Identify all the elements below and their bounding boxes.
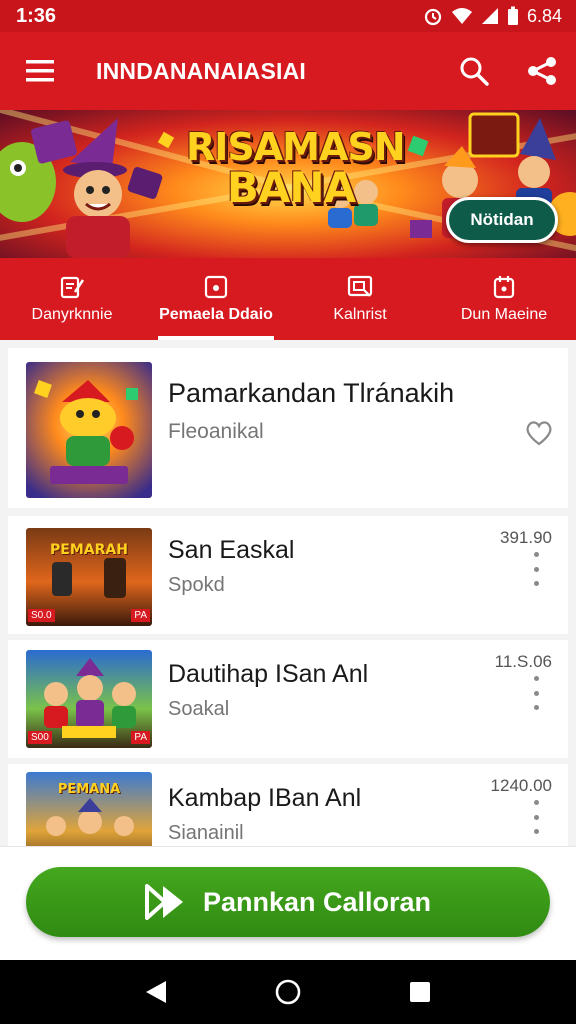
bottom-action-area: Pannkan Calloran <box>0 846 576 960</box>
tab-label: Kalnrist <box>333 306 387 323</box>
item-subtitle: Spokd <box>168 574 225 596</box>
recents-square-icon <box>410 982 430 1002</box>
tab-label: Danyrknnie <box>31 306 113 323</box>
favorite-button[interactable] <box>522 416 556 450</box>
category-tabs: Danyrknnie Pemaela Ddaio Kalnrist Dun Ma… <box>0 258 576 340</box>
item-title: San Easkal <box>168 536 295 564</box>
thumb-tag-right: PA <box>131 731 150 744</box>
banner-title-line2: BANA <box>226 162 356 212</box>
alarm-icon <box>424 8 442 26</box>
item-title: Kambap IBan Anl <box>168 784 362 812</box>
thumb-tag-left: S0.0 <box>28 609 55 622</box>
item-subtitle: Sianainil <box>168 822 244 844</box>
primary-cta-button[interactable]: Pannkan Calloran <box>26 867 550 937</box>
item-thumbnail: PEMANA <box>26 772 152 846</box>
featured-item[interactable]: Pamarkandan Tlránakih Fleoanikal <box>8 348 568 508</box>
banner-title-line1: RISAMASN <box>186 125 406 169</box>
system-navigation-bar <box>0 960 576 1024</box>
more-options-icon[interactable] <box>526 552 546 586</box>
home-circle-icon <box>275 979 301 1005</box>
edit-doc-icon <box>60 276 85 299</box>
tab-kalnrist[interactable]: Kalnrist <box>288 258 432 340</box>
calendar-icon <box>493 276 515 299</box>
banner-cta-button[interactable]: Nötidan <box>446 197 558 243</box>
more-options-icon[interactable] <box>526 676 546 710</box>
tab-label: Pemaela Ddaio <box>159 306 273 323</box>
item-thumbnail: PEMARAH S0.0 PA <box>26 528 152 626</box>
heart-outline-icon <box>526 421 552 446</box>
media-card-icon <box>204 275 228 299</box>
battery-icon <box>507 6 518 25</box>
back-triangle-icon <box>146 981 166 1003</box>
image-frame-icon <box>347 275 373 297</box>
share-button[interactable] <box>508 32 576 110</box>
item-meta: 391.90 <box>500 528 552 547</box>
item-subtitle: Soakal <box>168 698 230 720</box>
game-list: Pamarkandan Tlránakih Fleoanikal PEMARAH… <box>0 340 576 846</box>
item-meta: 11.S.06 <box>494 652 552 671</box>
featured-subtitle: Fleoanikal <box>168 420 264 443</box>
primary-cta-label: Pannkan Calloran <box>202 886 432 917</box>
featured-title: Pamarkandan Tlránakih <box>168 378 455 408</box>
featured-thumbnail <box>26 362 152 498</box>
list-item[interactable]: S00 PA Dautihap ISan Anl Soakal 11.S.06 <box>8 640 568 758</box>
thumb-title-text: PEMARAH <box>50 542 128 558</box>
item-title: Dautihap ISan Anl <box>168 660 369 688</box>
search-icon <box>460 57 489 86</box>
list-item[interactable]: PEMARAH S0.0 PA San Easkal Spokd 391.90 <box>8 516 568 634</box>
list-item[interactable]: PEMANA Kambap IBan Anl Sianainil 1240.00 <box>8 764 568 846</box>
item-meta: 1240.00 <box>490 776 552 795</box>
app-title: INNDANANAIASIAI <box>96 57 306 84</box>
battery-level: 6.84 <box>526 5 562 26</box>
back-button[interactable] <box>136 972 176 1012</box>
status-time: 1:36 <box>16 4 57 27</box>
thumb-tag-left: S00 <box>28 731 52 744</box>
hamburger-menu-icon <box>26 60 54 82</box>
home-button[interactable] <box>268 972 308 1012</box>
tab-danyrknnie[interactable]: Danyrknnie <box>0 258 144 340</box>
tab-dun-maeine[interactable]: Dun Maeine <box>432 258 576 340</box>
more-options-icon[interactable] <box>526 800 546 834</box>
thumb-tag-right: PA <box>131 609 150 622</box>
app-bar: INNDANANAIASIAI <box>0 32 576 110</box>
tab-pemaela-ddaio[interactable]: Pemaela Ddaio <box>144 258 288 340</box>
tab-label: Dun Maeine <box>460 306 548 323</box>
status-bar: 1:36 6.84 <box>0 0 576 32</box>
share-icon <box>528 57 556 85</box>
thumb-title-text: PEMANA <box>57 782 121 797</box>
status-icons: 6.84 <box>423 6 562 27</box>
wifi-icon <box>451 8 472 24</box>
banner-title: RISAMASN BANA <box>186 125 406 212</box>
signal-icon <box>481 8 498 24</box>
menu-button[interactable] <box>0 32 80 110</box>
fast-forward-icon <box>144 884 183 920</box>
item-thumbnail: S00 PA <box>26 650 152 748</box>
recents-button[interactable] <box>400 972 440 1012</box>
search-button[interactable] <box>440 32 508 110</box>
